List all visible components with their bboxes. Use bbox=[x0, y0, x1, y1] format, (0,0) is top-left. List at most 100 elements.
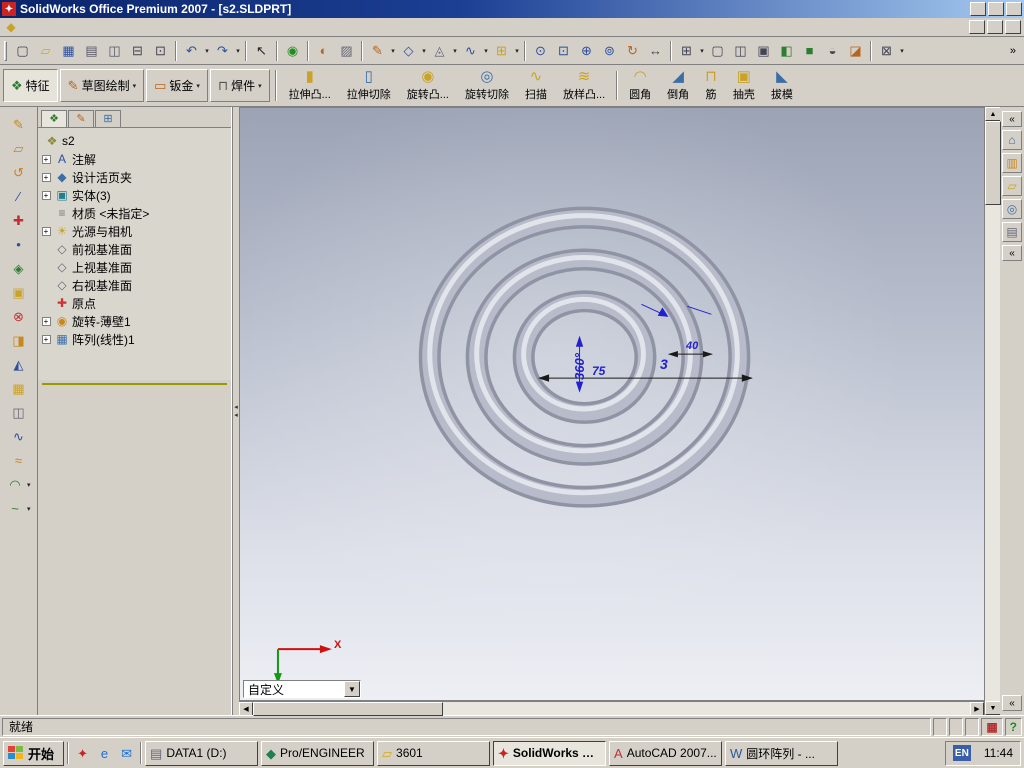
menu-insert[interactable] bbox=[61, 26, 75, 28]
cm-tab-sheetmetal[interactable]: ▭ 钣金 ▾ bbox=[146, 69, 208, 102]
chamfer-button[interactable]: ◢ 倒角 bbox=[659, 66, 697, 105]
hscroll-track[interactable] bbox=[253, 702, 970, 715]
dimension-radius[interactable]: 75 bbox=[592, 364, 605, 378]
cm-tab-weldments[interactable]: ⊓ 焊件 ▾ bbox=[210, 69, 270, 102]
quick-outlook-icon[interactable]: ✉ bbox=[116, 743, 137, 764]
instant3d-icon[interactable]: ⊞ ▾ bbox=[490, 40, 521, 62]
undo-icon[interactable]: ↶ ▾ bbox=[180, 40, 211, 62]
tree-item-linear-pattern1[interactable]: + ▦ 阵列(线性)1 bbox=[40, 330, 229, 348]
redo-icon[interactable]: ↷ ▾ bbox=[211, 40, 242, 62]
view-orientation-combo[interactable]: 自定义 ▼ bbox=[243, 680, 361, 698]
curves-icon[interactable]: ∿ ▾ bbox=[459, 40, 490, 62]
scroll-up-button[interactable]: ▲ bbox=[985, 107, 1001, 121]
expand-toggle[interactable]: + bbox=[42, 335, 51, 344]
close-button[interactable] bbox=[1006, 2, 1022, 16]
dropdown-arrow-icon[interactable]: ▾ bbox=[513, 47, 521, 55]
revolved-boss-button[interactable]: ◉ 旋转凸... bbox=[399, 66, 457, 105]
menu-tools[interactable] bbox=[75, 26, 89, 28]
resources-home-icon[interactable]: ⌂ bbox=[1002, 130, 1022, 150]
menu-view[interactable] bbox=[47, 26, 61, 28]
shaded-with-edges-icon[interactable]: ◧ bbox=[775, 40, 798, 62]
custom-properties-icon[interactable]: ▤ bbox=[1002, 222, 1022, 242]
toolbar-grip[interactable] bbox=[4, 41, 7, 61]
shaded-icon[interactable]: ■ bbox=[798, 40, 821, 62]
dropdown-arrow-icon[interactable]: ▾ bbox=[420, 47, 428, 55]
scroll-right-button[interactable]: ▶ bbox=[970, 702, 984, 716]
tree-item-material[interactable]: ≡ 材质 <未指定> bbox=[40, 204, 229, 222]
tree-item-design-binder[interactable]: + ◆ 设计活页夹 bbox=[40, 168, 229, 186]
tree-root-part[interactable]: ❖ s2 bbox=[40, 132, 229, 150]
zoom-selection-icon[interactable]: ⊚ bbox=[598, 40, 621, 62]
hidden-lines-removed-icon[interactable]: ▣ bbox=[752, 40, 775, 62]
dropdown-arrow-icon[interactable]: ▾ bbox=[234, 47, 242, 55]
extruded-boss-button[interactable]: ▮ 拉伸凸... bbox=[281, 66, 339, 105]
dropdown-arrow-icon[interactable]: ▾ bbox=[133, 82, 137, 90]
tree-item-top-plane[interactable]: ◇ 上视基准面 bbox=[40, 258, 229, 276]
make-drawing-icon[interactable]: ▤ bbox=[80, 40, 103, 62]
expand-toggle[interactable]: + bbox=[42, 155, 51, 164]
rib-button[interactable]: ⊓ 筋 bbox=[697, 66, 725, 105]
loft-button[interactable]: ≋ 放样凸... bbox=[555, 66, 613, 105]
dimension-spacing[interactable]: 40 bbox=[686, 340, 698, 352]
tree-item-lights-cameras[interactable]: + ☀ 光源与相机 bbox=[40, 222, 229, 240]
dropdown-arrow-icon[interactable]: ▾ bbox=[258, 82, 262, 90]
zoom-area-icon[interactable]: ⊡ bbox=[552, 40, 575, 62]
make-assembly-icon[interactable]: ◫ bbox=[103, 40, 126, 62]
dropdown-arrow-icon[interactable]: ▾ bbox=[27, 481, 34, 489]
lt-box-icon[interactable]: ▣ bbox=[7, 281, 31, 304]
sweep-button[interactable]: ∿ 扫描 bbox=[517, 66, 555, 105]
doc-close-button[interactable] bbox=[1005, 20, 1021, 34]
tree-item-solid-bodies[interactable]: + ▣ 实体(3) bbox=[40, 186, 229, 204]
language-indicator[interactable]: EN bbox=[953, 745, 971, 761]
zoom-fit-icon[interactable]: ⊙ bbox=[529, 40, 552, 62]
propertymanager-tab[interactable]: ✎ bbox=[68, 110, 94, 127]
rotate-view-icon[interactable]: ↻ bbox=[621, 40, 644, 62]
hscroll-thumb[interactable] bbox=[253, 702, 443, 716]
maximize-button[interactable] bbox=[988, 2, 1004, 16]
open-icon[interactable]: ▱ bbox=[34, 40, 57, 62]
task-autocad[interactable]: A AutoCAD 2007... bbox=[609, 741, 722, 766]
menu-help[interactable] bbox=[103, 26, 117, 28]
print-preview-icon[interactable]: ⊡ bbox=[149, 40, 172, 62]
zoom-in-out-icon[interactable]: ⊕ bbox=[575, 40, 598, 62]
save-icon[interactable]: ▦ bbox=[57, 40, 80, 62]
task-folder-3601[interactable]: ▱ 3601 bbox=[377, 741, 490, 766]
texture-icon[interactable]: ▨ bbox=[335, 40, 358, 62]
combo-dropdown-icon[interactable]: ▼ bbox=[344, 681, 360, 697]
quick-internet-explorer-icon[interactable]: e bbox=[94, 743, 115, 764]
smart-dimension-icon[interactable]: ◇ ▾ bbox=[397, 40, 428, 62]
search-icon[interactable]: ◎ bbox=[1002, 199, 1022, 219]
horizontal-scrollbar[interactable]: ◀ ▶ bbox=[239, 701, 984, 715]
lt-helix-icon[interactable]: ↺ bbox=[7, 161, 31, 184]
scroll-left-button[interactable]: ◀ bbox=[239, 702, 253, 716]
task-solidworks[interactable]: ✦ SolidWorks O... bbox=[493, 741, 606, 766]
vscroll-thumb[interactable] bbox=[985, 121, 1001, 205]
tree-item-origin[interactable]: ✚ 原点 bbox=[40, 294, 229, 312]
start-button[interactable]: 开始 bbox=[3, 741, 64, 766]
expand-toggle[interactable]: + bbox=[42, 191, 51, 200]
expand-toggle[interactable]: + bbox=[42, 227, 51, 236]
lt-split-line-icon[interactable]: ◭ bbox=[7, 353, 31, 376]
tree-item-front-plane[interactable]: ◇ 前视基准面 bbox=[40, 240, 229, 258]
graphics-area[interactable]: 360° 75 3 40 X Y 自定义 ▼ bbox=[239, 107, 984, 701]
shell-button[interactable]: ▣ 抽壳 bbox=[725, 66, 763, 105]
hidden-lines-visible-icon[interactable]: ◫ bbox=[729, 40, 752, 62]
doc-minimize-button[interactable] bbox=[969, 20, 985, 34]
expand-toggle[interactable]: + bbox=[42, 317, 51, 326]
dimension-angle[interactable]: 360° bbox=[572, 353, 587, 380]
minimize-button[interactable] bbox=[970, 2, 986, 16]
menu-file[interactable] bbox=[19, 26, 33, 28]
pan-icon[interactable]: ↔ bbox=[644, 40, 667, 62]
dropdown-arrow-icon[interactable]: ▾ bbox=[389, 47, 397, 55]
cm-tab-features[interactable]: ❖ 特征 bbox=[3, 69, 58, 102]
panel-splitter[interactable]: ◂ ◂ bbox=[232, 107, 239, 715]
sketch-toggle-icon[interactable]: ✎ ▾ bbox=[366, 40, 397, 62]
cm-tab-sketch[interactable]: ✎ 草图绘制 ▾ bbox=[60, 69, 144, 102]
status-help-icon[interactable]: ? bbox=[1005, 718, 1022, 736]
vertical-scrollbar[interactable]: ▲ ▼ bbox=[984, 107, 1000, 715]
standard-views-icon[interactable]: ⊞ ▾ bbox=[675, 40, 706, 62]
draft-button[interactable]: ◣ 拔模 bbox=[763, 66, 801, 105]
menu-edit[interactable] bbox=[33, 26, 47, 28]
tree-item-annotations[interactable]: + A 注解 bbox=[40, 150, 229, 168]
dropdown-arrow-icon[interactable]: ▾ bbox=[898, 47, 906, 55]
